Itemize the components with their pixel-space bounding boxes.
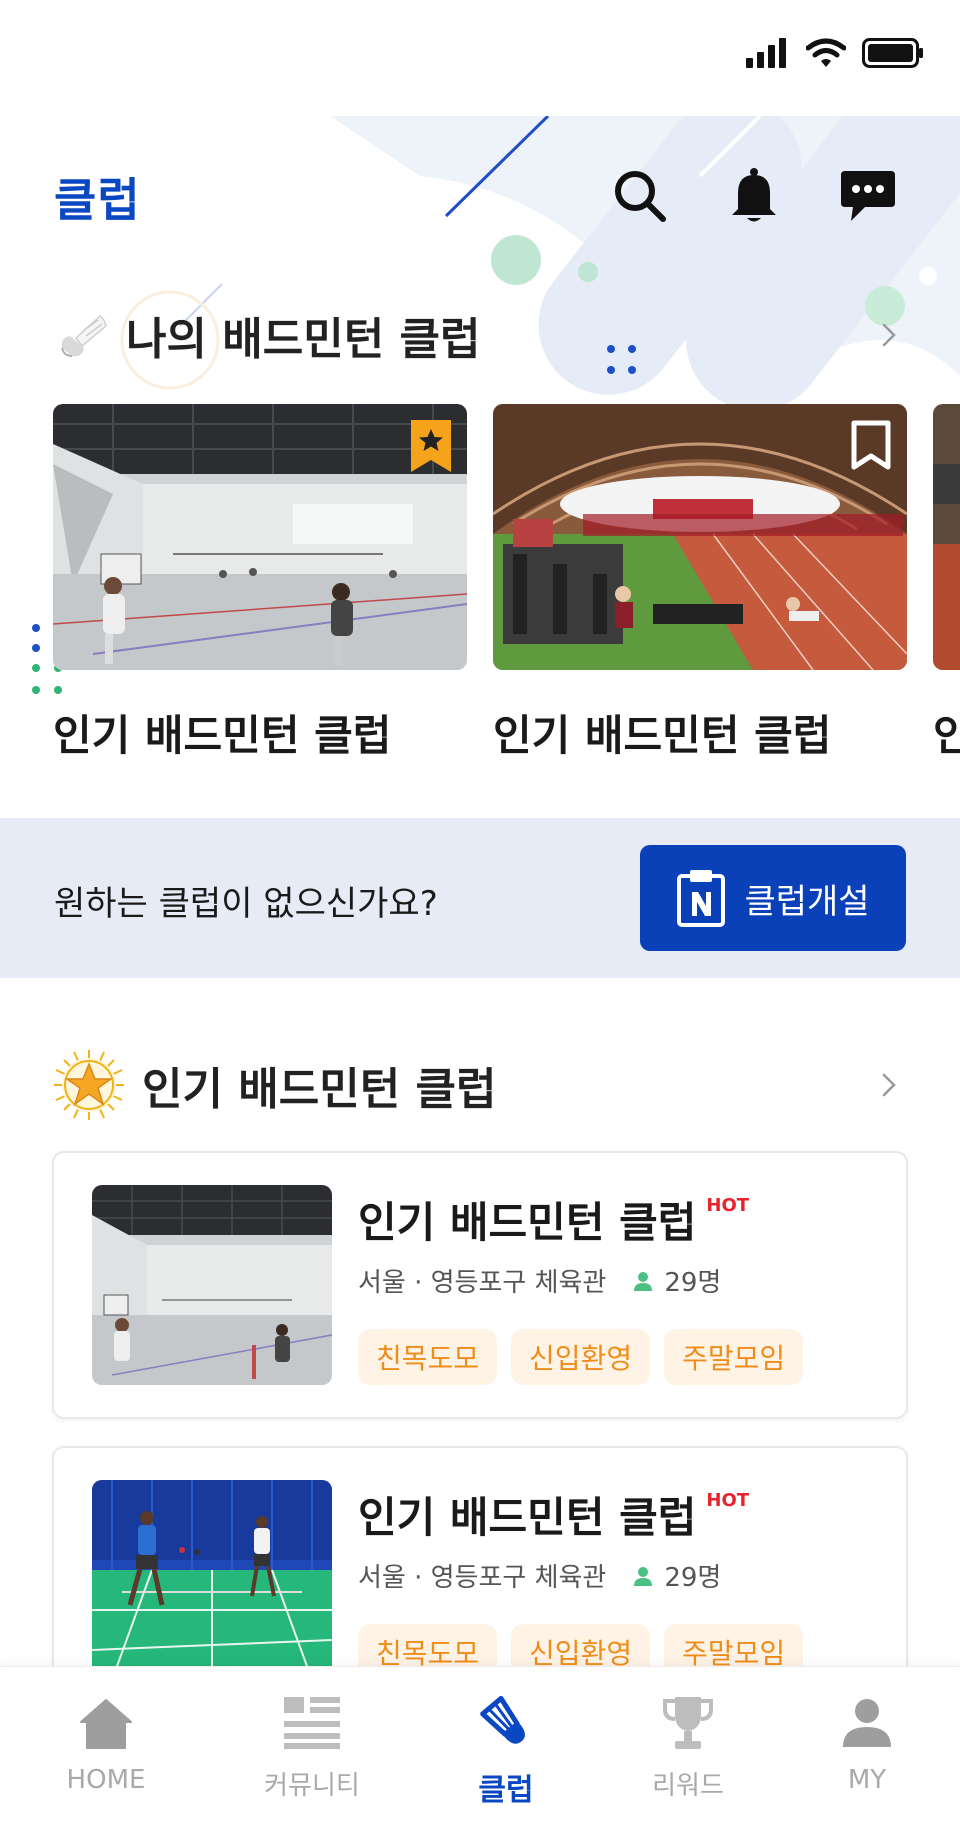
member-count-text: 29명 xyxy=(664,1268,722,1298)
list-item-meta: 서울 · 영등포구 체육관 29명 xyxy=(358,1557,888,1594)
list-item-meta: 서울 · 영등포구 체육관 29명 xyxy=(358,1262,888,1299)
chevron-right-icon xyxy=(882,1073,896,1097)
status-icons xyxy=(746,38,924,68)
home-icon xyxy=(80,1699,132,1749)
club-image-indoor-gym xyxy=(53,404,467,670)
list-item-title: 인기 배드민턴 클럽 xyxy=(358,1198,697,1247)
tag[interactable]: 주말모임 xyxy=(664,1329,804,1385)
list-item-title: 인기 배드민턴 클럽 xyxy=(358,1493,697,1542)
list-icon xyxy=(284,1697,340,1749)
my-clubs-title: 나의 배드민턴 클럽 xyxy=(126,314,481,365)
create-club-button[interactable]: 클럽개설 xyxy=(640,845,906,951)
my-clubs-header: 나의 배드민턴 클럽 xyxy=(54,300,906,370)
clipboard-n-icon xyxy=(677,870,726,927)
member-count: 29명 xyxy=(632,1557,721,1594)
my-clubs-carousel[interactable]: 인기 배드민턴 클럽 인기 배드민턴 클럽 인 xyxy=(0,404,960,764)
search-button[interactable] xyxy=(608,164,672,228)
chat-icon xyxy=(841,171,895,221)
club-card[interactable]: 인기 배드민턴 클럽 xyxy=(493,404,907,763)
my-clubs-more-button[interactable] xyxy=(872,318,906,352)
star-badge-icon xyxy=(54,1050,124,1120)
tab-home[interactable]: HOME xyxy=(21,1693,191,1813)
create-club-banner: 원하는 클럽이 없으신가요? 클럽개설 xyxy=(0,818,960,978)
tab-reward[interactable]: 리워드 xyxy=(603,1693,773,1813)
club-name: 인 xyxy=(933,711,960,760)
bell-icon xyxy=(732,168,776,222)
popular-clubs-more-button[interactable] xyxy=(872,1068,906,1102)
chevron-right-icon xyxy=(882,323,896,347)
tag-list: 친목도모 신입환영 주말모임 xyxy=(358,1329,888,1385)
member-count-text: 29명 xyxy=(664,1563,722,1593)
tab-community[interactable]: 커뮤니티 xyxy=(227,1693,397,1813)
member-count: 29명 xyxy=(632,1262,721,1299)
hot-badge: HOT xyxy=(706,1195,750,1216)
list-item-location: 서울 · 영등포구 체육관 xyxy=(358,1268,607,1298)
tag[interactable]: 신입환영 xyxy=(511,1329,651,1385)
list-item[interactable]: 인기 배드민턴 클럽 HOT 서울 · 영등포구 체육관 29명 친목도모 신입… xyxy=(52,1151,908,1419)
bookmark-filled-icon[interactable] xyxy=(411,420,451,472)
bottom-tab-bar: HOME 커뮤니티 클럽 리워드 MY xyxy=(0,1666,960,1826)
notification-button[interactable] xyxy=(722,164,786,228)
page-title: 클럽 xyxy=(54,173,141,227)
club-image-gym xyxy=(933,404,960,670)
wifi-icon xyxy=(806,38,846,67)
list-item-image xyxy=(92,1480,332,1680)
create-club-label: 클럽개설 xyxy=(744,881,870,922)
battery-icon xyxy=(862,38,923,68)
club-name: 인기 배드민턴 클럽 xyxy=(493,711,832,760)
hot-badge: HOT xyxy=(706,1490,750,1511)
popular-clubs-title: 인기 배드민턴 클럽 xyxy=(142,1064,497,1115)
tab-label: 커뮤니티 xyxy=(264,1771,360,1801)
message-button[interactable] xyxy=(836,164,900,228)
shuttlecock-icon xyxy=(480,1695,525,1744)
club-card[interactable]: 인 xyxy=(933,404,960,763)
list-item-title-row: 인기 배드민턴 클럽 HOT xyxy=(358,1484,888,1545)
tab-club[interactable]: 클럽 xyxy=(421,1693,591,1813)
tab-my[interactable]: MY xyxy=(782,1693,952,1813)
app-header: 클럽 xyxy=(0,150,960,240)
tab-label: 리워드 xyxy=(652,1771,724,1801)
banner-text: 원하는 클럽이 없으신가요? xyxy=(54,884,438,924)
person-icon xyxy=(634,1271,653,1291)
list-item-image xyxy=(92,1185,332,1385)
list-item-location: 서울 · 영등포구 체육관 xyxy=(358,1563,607,1593)
bookmark-outline-icon[interactable] xyxy=(851,420,891,472)
person-icon xyxy=(634,1566,653,1586)
search-icon xyxy=(615,171,666,222)
shuttlecock-icon xyxy=(61,314,107,357)
list-item-title-row: 인기 배드민턴 클럽 HOT xyxy=(358,1189,888,1250)
popular-clubs-header: 인기 배드민턴 클럽 xyxy=(54,1050,906,1120)
club-card[interactable]: 인기 배드민턴 클럽 xyxy=(53,404,467,763)
status-bar xyxy=(0,0,960,116)
tag[interactable]: 친목도모 xyxy=(358,1329,498,1385)
tab-label: MY xyxy=(847,1765,887,1795)
tab-label: 클럽 xyxy=(478,1773,534,1808)
list-item-info: 인기 배드민턴 클럽 HOT 서울 · 영등포구 체육관 29명 친목도모 신입… xyxy=(358,1484,888,1680)
trophy-icon xyxy=(663,1697,713,1749)
club-name: 인기 배드민턴 클럽 xyxy=(53,711,392,760)
club-image-training-dome xyxy=(493,404,907,670)
signal-icon xyxy=(746,38,786,68)
list-item-info: 인기 배드민턴 클럽 HOT 서울 · 영등포구 체육관 29명 친목도모 신입… xyxy=(358,1189,888,1385)
user-icon xyxy=(843,1699,891,1747)
tab-label: HOME xyxy=(66,1765,146,1795)
